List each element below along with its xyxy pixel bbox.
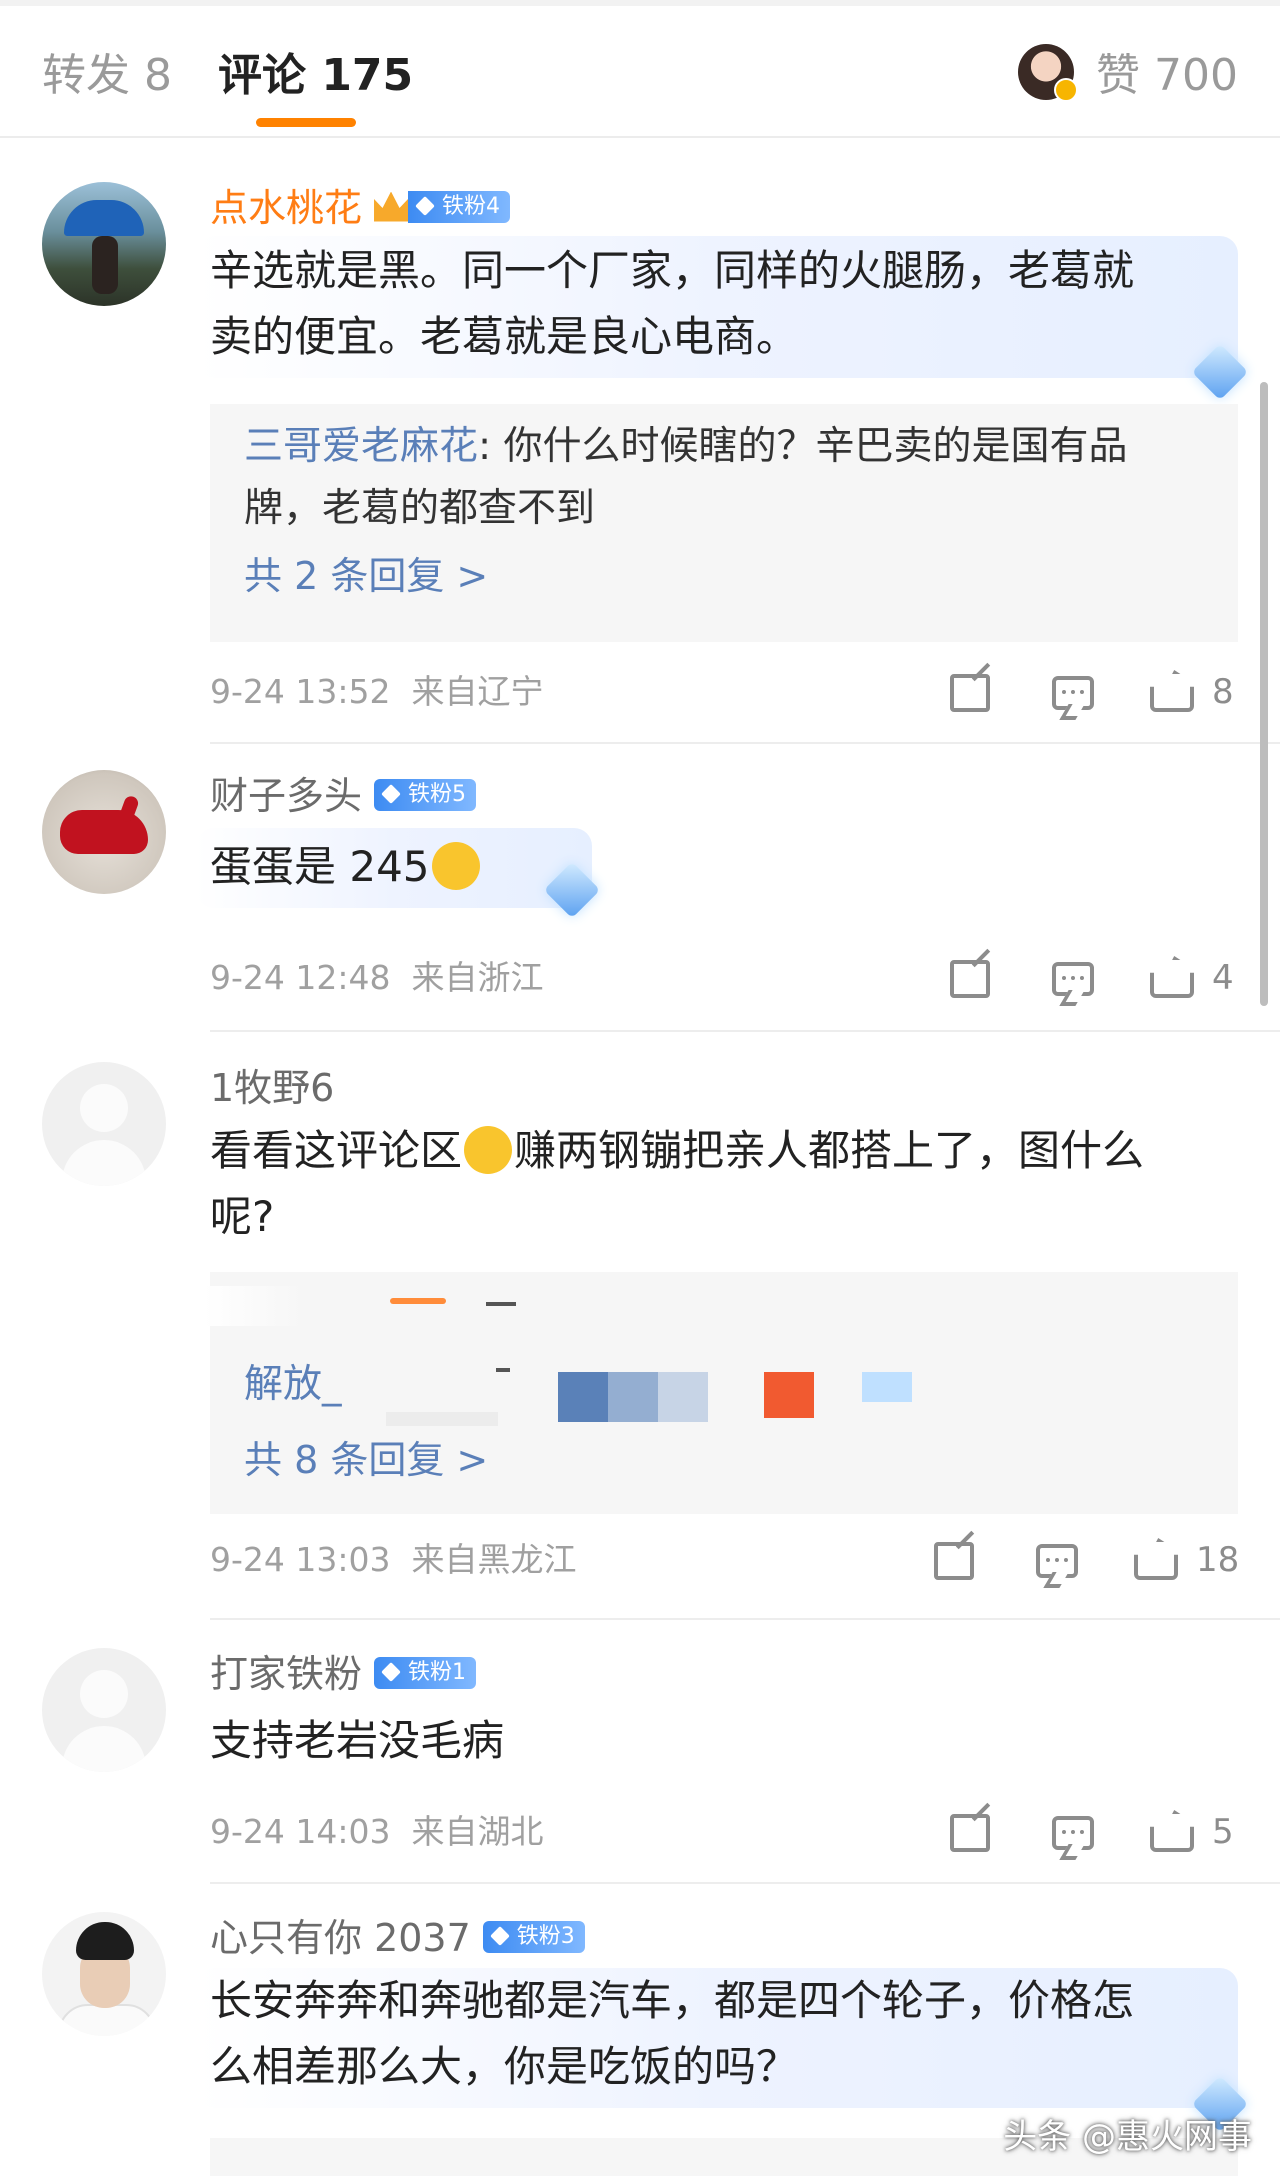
comment-username[interactable]: 1牧野6 (210, 1062, 334, 1114)
avatar[interactable] (42, 1648, 166, 1772)
like-icon[interactable] (1150, 670, 1194, 712)
share-icon[interactable] (934, 1542, 974, 1580)
comment-text: 支持老岩没毛病 (210, 1716, 505, 1765)
divider (210, 1882, 1280, 1884)
obscured-mark (558, 1372, 608, 1422)
timestamp: 9-24 13:52 (210, 672, 391, 711)
avatar[interactable] (42, 182, 166, 306)
divider (210, 1618, 1280, 1620)
comment-meta: 9-24 13:03 来自黑龙江 (210, 1536, 576, 1584)
reply-preview[interactable]: 三哥爱老麻花: 你什么时候瞎的？辛巴卖的是国有品 牌，老葛的都查不到 共 2 条… (210, 404, 1238, 642)
reply-icon[interactable] (1052, 676, 1094, 710)
fan-badge: 铁粉4 (408, 190, 511, 223)
location: 来自黑龙江 (411, 1540, 577, 1579)
location: 来自浙江 (411, 958, 544, 997)
reply-preview[interactable]: 解放_ 共 8 条回复 > (204, 1272, 1238, 1514)
location: 来自湖北 (411, 1812, 544, 1851)
crown-icon (374, 191, 409, 222)
comment-tabs-header: 转发 8 评论 175 赞 700 (0, 6, 1280, 138)
share-icon[interactable] (950, 1814, 990, 1852)
comment-meta: 9-24 14:03 来自湖北 (210, 1808, 543, 1856)
view-replies-link[interactable]: 共 2 条回复 > (244, 550, 488, 602)
like-icon[interactable] (1150, 1810, 1194, 1852)
obscured-mark (764, 1372, 814, 1418)
timestamp: 9-24 14:03 (210, 1812, 391, 1851)
like-icon[interactable] (1134, 1538, 1178, 1580)
scrollbar[interactable] (1260, 382, 1268, 1006)
fan-badge: 铁粉1 (374, 1656, 477, 1689)
avatar[interactable] (42, 1912, 166, 2036)
like-icon[interactable] (1150, 956, 1194, 998)
like-count: 4 (1212, 958, 1234, 998)
watermark: 头条 @惠火网事 (1003, 2117, 1252, 2157)
active-tab-indicator (256, 118, 356, 127)
share-icon[interactable] (950, 960, 990, 998)
obscured-mark (608, 1372, 658, 1422)
like-count: 5 (1212, 1812, 1234, 1852)
like-count: 8 (1212, 672, 1234, 712)
fan-badge: 铁粉3 (482, 1920, 585, 1953)
tab-likes[interactable]: 赞 700 (1096, 46, 1238, 106)
reply-icon[interactable] (1052, 1816, 1094, 1850)
avatar[interactable] (42, 770, 166, 894)
verified-icon (1054, 78, 1078, 102)
comment-meta: 9-24 12:48 来自浙江 (210, 954, 543, 1002)
view-replies-link[interactable]: 共 8 条回复 > (244, 1434, 488, 1486)
comment-item: 打家铁粉 铁粉1 支持老岩没毛病 9-24 14:03 来自湖北 5 (0, 1648, 1280, 1880)
reply-text: : 你什么时候瞎的？辛巴卖的是国有品 (478, 424, 1128, 469)
obscured-mark (386, 1412, 498, 1426)
divider (210, 742, 1280, 744)
avatar[interactable] (42, 1062, 166, 1186)
liker-avatar[interactable] (1018, 44, 1078, 102)
share-icon[interactable] (950, 674, 990, 712)
timestamp: 9-24 12:48 (210, 958, 391, 997)
comment-item: 1牧野6 看看这评论区 赚两钢镚把亲人都搭上了，图什么 呢? 解放_ 共 8 条回… (0, 1062, 1280, 1622)
fan-badge: 铁粉5 (374, 778, 477, 811)
comment-meta: 9-24 13:52 来自辽宁 (210, 668, 543, 716)
obscured-mark (862, 1372, 912, 1402)
comment-item: 财子多头 铁粉5 蛋蛋是 245 9-24 12:48 来自浙江 4 (0, 770, 1280, 1028)
tab-reposts[interactable]: 转发 8 (42, 46, 172, 106)
comment-username[interactable]: 心只有你 2037 铁粉3 (210, 1912, 585, 1964)
reply-text: 牌，老葛的都查不到 (244, 486, 596, 531)
comment-username[interactable]: 点水桃花 铁粉4 (210, 182, 511, 234)
obscured-mark (496, 1368, 510, 1372)
tab-comments[interactable]: 评论 175 (218, 46, 413, 106)
reply-username[interactable]: 三哥爱老麻花 (244, 424, 478, 469)
timestamp: 9-24 13:03 (210, 1540, 391, 1579)
reply-username[interactable]: 解放_ (244, 1362, 342, 1407)
divider (210, 1030, 1280, 1032)
laugh-cry-emoji-icon (431, 841, 480, 890)
thinking-emoji-icon (464, 1125, 513, 1174)
location: 来自辽宁 (411, 672, 544, 711)
obscured-reply-line (204, 1286, 1204, 1326)
reply-icon[interactable] (1036, 1544, 1078, 1578)
comment-username[interactable]: 财子多头 铁粉5 (210, 770, 477, 822)
comment-text: 长安奔奔和奔驰都是汽车，都是四个轮子，价格怎 么相差那么大，你是吃饭的吗？ (210, 1976, 1135, 2091)
obscured-mark (390, 1298, 446, 1304)
comment-username[interactable]: 打家铁粉 铁粉1 (210, 1648, 477, 1700)
reply-icon[interactable] (1052, 962, 1094, 996)
obscured-mark (486, 1302, 516, 1306)
comment-text: 辛选就是黑。同一个厂家，同样的火腿肠，老葛就 卖的便宜。老葛就是良心电商。 (210, 246, 1135, 361)
obscured-mark (658, 1372, 708, 1422)
comment-item: 点水桃花 铁粉4 辛选就是黑。同一个厂家，同样的火腿肠，老葛就 卖的便宜。老葛就是… (0, 182, 1280, 742)
comment-text: 看看这评论区 赚两钢镚把亲人都搭上了，图什么 呢? (210, 1125, 1145, 1241)
like-count: 18 (1196, 1540, 1240, 1580)
comment-text: 蛋蛋是 245 (210, 834, 482, 900)
